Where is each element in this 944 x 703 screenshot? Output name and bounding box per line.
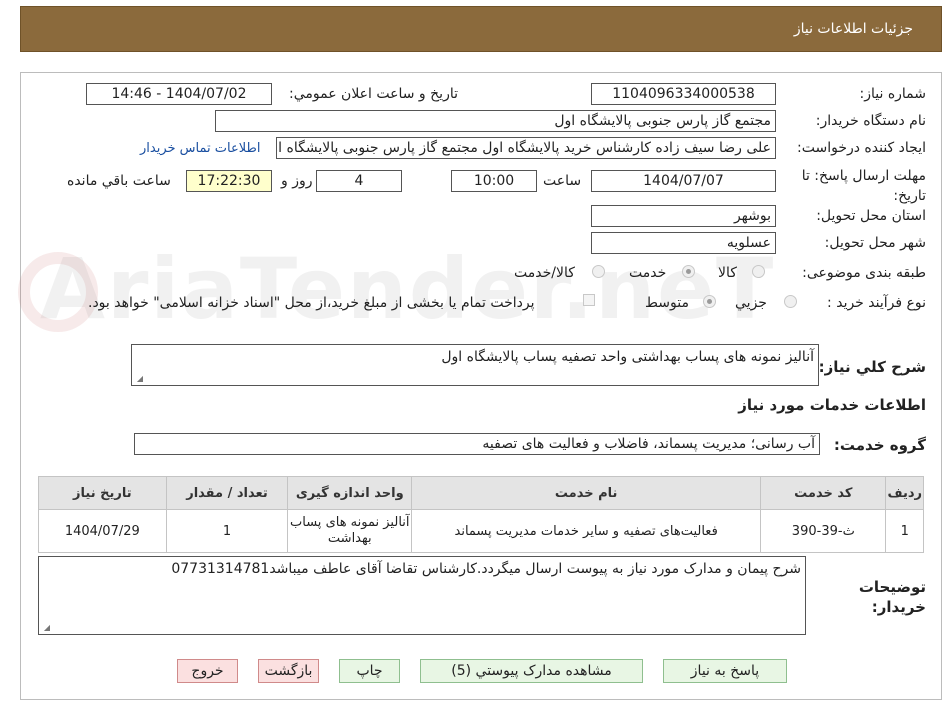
requester-label: ايجاد کننده درخواست: xyxy=(797,140,926,156)
back-button[interactable]: بازگشت xyxy=(258,659,319,683)
deadline-hour-label: ساعت xyxy=(543,173,582,189)
need-number-field: 1104096334000538 xyxy=(591,83,776,105)
cell-quantity: 1 xyxy=(165,509,289,553)
process-minor-label: جزيي xyxy=(735,295,767,311)
category-label: طبقه بندی موضوعی: xyxy=(802,265,926,281)
remaining-time-field: 17:22:30 xyxy=(186,170,272,192)
cell-service-name: فعالیت‌های تصفیه و سایر خدمات مدیریت پسم… xyxy=(411,509,762,553)
summary-label: شرح کلي نياز: xyxy=(818,358,926,376)
exit-button[interactable]: خروج xyxy=(177,659,238,683)
buyer-notes-label-line1: توضيحات xyxy=(858,578,926,596)
province-field: بوشهر xyxy=(591,205,776,227)
province-label: استان محل تحويل: xyxy=(816,208,926,224)
deadline-date-field: 1404/07/07 xyxy=(591,170,776,192)
deadline-time-field: 10:00 xyxy=(451,170,537,192)
page-header: جزئيات اطلاعات نياز xyxy=(20,6,942,52)
announce-date-field: 1404/07/02 - 14:46 xyxy=(86,83,272,105)
cell-need-date: 1404/07/29 xyxy=(38,509,167,553)
col-header-row-number: رديف xyxy=(885,476,924,510)
category-goods-service-label: کالا/خدمت xyxy=(514,265,575,281)
page-title: جزئيات اطلاعات نياز xyxy=(793,21,913,37)
buyer-notes-text: شرح پیمان و مدارک مورد نیاز به پیوست ارس… xyxy=(171,561,801,577)
col-header-need-date: تاريخ نياز xyxy=(38,476,167,510)
services-table: رديف کد خدمت نام خدمت واحد اندازه گيری ت… xyxy=(38,476,924,553)
cell-row-number: 1 xyxy=(885,509,924,553)
process-label: نوع فرآيند خريد : xyxy=(827,295,926,311)
announce-label: تاريخ و ساعت اعلان عمومي: xyxy=(289,86,458,102)
col-header-quantity: تعداد / مقدار xyxy=(165,476,289,510)
category-goods-radio[interactable] xyxy=(752,265,765,278)
buyer-org-field: مجتمع گاز پارس جنوبی پالایشگاه اول xyxy=(215,110,776,132)
table-header-row: رديف کد خدمت نام خدمت واحد اندازه گيری ت… xyxy=(38,476,924,510)
col-header-service-name: نام خدمت xyxy=(411,476,762,510)
service-group-field: آب رسانی؛ مدیریت پسماند، فاضلاب و فعالیت… xyxy=(134,433,820,455)
col-header-service-code: کد خدمت xyxy=(760,476,887,510)
category-goods-service-radio[interactable] xyxy=(592,265,605,278)
city-field: عسلویه xyxy=(591,232,776,254)
need-number-label: شماره نياز: xyxy=(859,86,927,102)
process-medium-radio[interactable] xyxy=(703,295,716,308)
remaining-time-label: ساعت باقي مانده xyxy=(67,173,171,189)
summary-text: آنالیز نمونه های پساب بهداشتی واحد تصفیه… xyxy=(441,349,814,365)
service-group-label: گروه خدمت: xyxy=(833,436,926,454)
view-attachments-button[interactable]: مشاهده مدارک پيوستي (5) xyxy=(420,659,643,683)
city-label: شهر محل تحويل: xyxy=(824,235,926,251)
process-minor-radio[interactable] xyxy=(784,295,797,308)
resize-grip-icon: ◢ xyxy=(136,374,143,383)
cell-service-code: ث-39-390 xyxy=(760,509,887,553)
deadline-label: مهلت ارسال پاسخ: تا تاريخ: xyxy=(801,168,926,204)
days-label: روز و xyxy=(281,173,313,189)
watermark-logo-icon xyxy=(18,252,98,332)
requester-field: علی رضا سیف زاده کارشناس خرید پالایشگاه … xyxy=(276,137,776,159)
table-row: 1 ث-39-390 فعالیت‌های تصفیه و سایر خدمات… xyxy=(38,509,924,553)
respond-button[interactable]: پاسخ به نياز xyxy=(663,659,787,683)
process-medium-label: متوسط xyxy=(645,295,689,311)
buyer-contact-link[interactable]: اطلاعات تماس خريدار xyxy=(140,141,260,156)
category-service-label: خدمت xyxy=(629,265,667,281)
print-button[interactable]: چاپ xyxy=(339,659,400,683)
cell-unit: آنالیز نمونه های پساب بهداشت xyxy=(287,509,413,553)
buyer-org-label: نام دستگاه خريدار: xyxy=(815,113,926,129)
treasury-payment-checkbox[interactable] xyxy=(583,294,595,306)
services-heading: اطلاعات خدمات مورد نياز xyxy=(738,396,926,414)
category-goods-label: کالا xyxy=(718,265,737,281)
days-remaining-field: 4 xyxy=(316,170,402,192)
buyer-notes-field[interactable]: شرح پیمان و مدارک مورد نیاز به پیوست ارس… xyxy=(38,556,806,635)
col-header-unit: واحد اندازه گيری xyxy=(287,476,413,510)
payment-note: پرداخت تمام یا بخشی از مبلغ خرید،از محل … xyxy=(88,295,535,311)
summary-field[interactable]: آنالیز نمونه های پساب بهداشتی واحد تصفیه… xyxy=(131,344,819,386)
category-service-radio[interactable] xyxy=(682,265,695,278)
resize-grip-icon: ◢ xyxy=(43,623,50,632)
buyer-notes-label-line2: خريدار: xyxy=(871,598,926,616)
